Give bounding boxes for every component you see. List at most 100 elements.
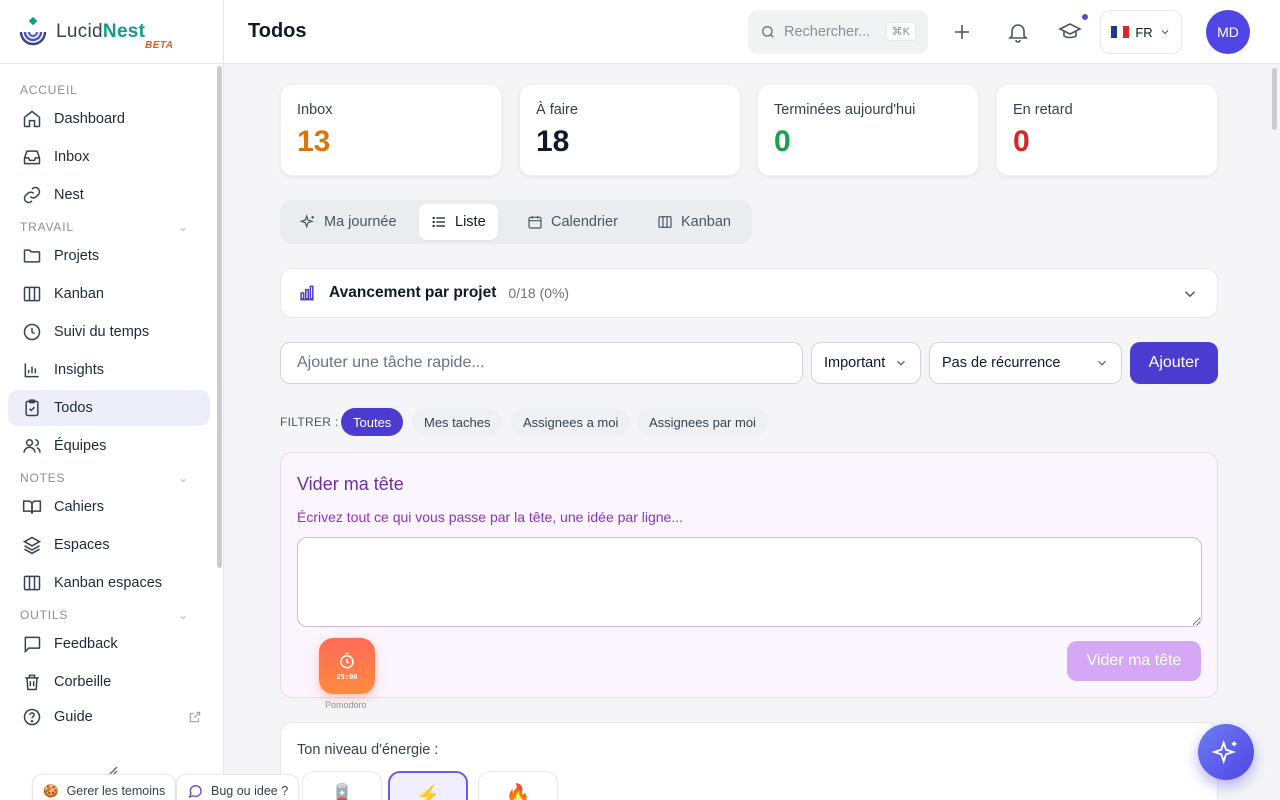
tab-ma-journee[interactable]: Ma journée bbox=[288, 204, 409, 240]
energy-low-button[interactable]: 🪫 bbox=[302, 771, 382, 800]
book-open-icon bbox=[22, 500, 42, 514]
filter-chip-assignees-a-moi[interactable]: Assignees a moi bbox=[511, 408, 631, 436]
brain-dump-subtitle: Écrivez tout ce qui vous passe par la tê… bbox=[297, 509, 684, 525]
sidebar-item-kanban-espaces[interactable]: Kanban espaces bbox=[8, 565, 210, 601]
sidebar-item-label: Corbeille bbox=[54, 674, 112, 690]
cookie-icon: 🍪 bbox=[43, 783, 59, 798]
sparkles-icon bbox=[300, 214, 314, 229]
sidebar-item-label: Feedback bbox=[54, 636, 118, 652]
sidebar-item-cahiers[interactable]: Cahiers bbox=[8, 489, 210, 525]
tab-label: Calendrier bbox=[551, 214, 618, 230]
quick-task-input[interactable] bbox=[280, 342, 803, 384]
sidebar-item-espaces[interactable]: Espaces bbox=[8, 527, 210, 563]
tab-label: Liste bbox=[455, 214, 486, 230]
energy-panel: Ton niveau d'énergie : 🪫 ⚡ 🔥 bbox=[280, 722, 1218, 800]
stat-value: 18 bbox=[536, 125, 570, 158]
pomodoro-label: Pomodoro bbox=[325, 700, 367, 710]
beta-badge: BETA bbox=[145, 40, 174, 51]
priority-select[interactable]: Important bbox=[811, 342, 921, 384]
sidebar-item-label: Espaces bbox=[54, 537, 110, 553]
sidebar-item-feedback[interactable]: Feedback bbox=[8, 626, 210, 662]
sparkles-icon bbox=[1212, 739, 1237, 765]
tab-kanban[interactable]: Kanban bbox=[645, 204, 743, 240]
chevron-down-icon: ⌄ bbox=[178, 220, 189, 234]
brain-dump-title: Vider ma tête bbox=[297, 474, 404, 494]
external-link-icon bbox=[189, 711, 201, 723]
search-icon bbox=[762, 26, 774, 38]
sidebar-item-guide[interactable]: Guide bbox=[8, 702, 210, 732]
brand-logo[interactable]: LucidNest BETA bbox=[0, 0, 223, 64]
sidebar-item-nest[interactable]: Nest bbox=[8, 177, 210, 213]
energy-title: Ton niveau d'énergie : bbox=[297, 742, 439, 758]
filter-chip-mes-taches[interactable]: Mes taches bbox=[412, 408, 503, 436]
pomodoro-button[interactable]: 25:00 bbox=[319, 638, 375, 694]
section-title-notes[interactable]: NOTES ⌄ bbox=[8, 468, 215, 488]
sidebar-item-corbeille[interactable]: Corbeille bbox=[8, 664, 210, 700]
tab-liste[interactable]: Liste bbox=[419, 204, 498, 240]
filter-chip-toutes[interactable]: Toutes bbox=[341, 408, 404, 436]
feedback-button[interactable]: Bug ou idee ? bbox=[176, 774, 300, 800]
ai-assistant-button[interactable] bbox=[1198, 724, 1254, 780]
avatar[interactable]: MD bbox=[1206, 10, 1250, 54]
sidebar-item-insights[interactable]: Insights bbox=[8, 352, 210, 388]
project-progress-panel[interactable]: Avancement par projet 0/18 (0%) bbox=[280, 268, 1218, 318]
chevron-down-icon: ⌄ bbox=[178, 471, 189, 485]
calendar-icon bbox=[528, 216, 542, 229]
sidebar-nav: ACCUEIL Dashboard Inbox Nest TRAVAIL ⌄ Pr… bbox=[0, 64, 223, 732]
stat-label: À faire bbox=[536, 102, 578, 118]
recurrence-select[interactable]: Pas de récurrence bbox=[929, 342, 1122, 384]
clock-icon bbox=[23, 323, 41, 341]
priority-value: Important bbox=[824, 355, 886, 371]
stat-value: 0 bbox=[774, 125, 791, 158]
inbox-icon bbox=[23, 150, 41, 165]
plus-icon[interactable] bbox=[950, 20, 974, 44]
help-circle-icon bbox=[23, 708, 41, 726]
pomodoro-time: 25:00 bbox=[336, 672, 358, 681]
message-circle-icon bbox=[188, 785, 202, 799]
sidebar-item-suivi-du-temps[interactable]: Suivi du temps bbox=[8, 314, 210, 350]
trash-icon bbox=[25, 674, 39, 691]
language-selector[interactable]: FR bbox=[1100, 10, 1182, 54]
sidebar-item-label: Suivi du temps bbox=[54, 324, 150, 340]
stat-value: 13 bbox=[297, 125, 331, 158]
cookie-label: Gerer les temoins bbox=[66, 784, 166, 798]
chevron-down-icon bbox=[1161, 30, 1169, 35]
sidebar-item-projets[interactable]: Projets bbox=[8, 238, 210, 274]
tab-calendrier[interactable]: Calendrier bbox=[515, 204, 630, 240]
brain-dump-button[interactable]: Vider ma tête bbox=[1067, 641, 1201, 681]
brand-name: LucidNest bbox=[56, 20, 146, 42]
cookie-settings-button[interactable]: 🍪 Gerer les temoins bbox=[32, 774, 177, 800]
energy-medium-button[interactable]: ⚡ bbox=[388, 771, 468, 800]
stat-card-terminees: Terminées aujourd'hui 0 bbox=[757, 84, 979, 176]
energy-high-button[interactable]: 🔥 bbox=[478, 771, 558, 800]
sidebar-item-dashboard[interactable]: Dashboard bbox=[8, 101, 210, 137]
tab-label: Kanban bbox=[681, 214, 731, 230]
sidebar-item-equipes[interactable]: Équipes bbox=[8, 428, 210, 464]
chevron-down-icon bbox=[897, 360, 905, 366]
search-shortcut: ⌘K bbox=[885, 22, 916, 41]
france-flag-icon bbox=[1111, 26, 1130, 38]
section-title-outils[interactable]: OUTILS ⌄ bbox=[8, 605, 215, 625]
search-input[interactable]: Rechercher... ⌘K bbox=[748, 10, 928, 54]
bell-icon[interactable] bbox=[1006, 20, 1030, 44]
stat-label: Terminées aujourd'hui bbox=[774, 102, 916, 118]
add-task-button[interactable]: Ajouter bbox=[1130, 342, 1218, 384]
view-tabs: Ma journée Liste Calendrier Kanban bbox=[280, 200, 752, 244]
sidebar-item-kanban[interactable]: Kanban bbox=[8, 276, 210, 312]
lightning-icon: ⚡ bbox=[415, 785, 441, 800]
graduation-cap-icon[interactable] bbox=[1058, 20, 1082, 44]
timer-icon bbox=[340, 652, 354, 668]
chevron-down-icon[interactable] bbox=[1181, 285, 1199, 303]
progress-count: 0/18 (0%) bbox=[508, 285, 570, 301]
stat-label: Inbox bbox=[297, 102, 333, 118]
sidebar-item-inbox[interactable]: Inbox bbox=[8, 139, 210, 175]
page-title: Todos bbox=[248, 20, 307, 42]
section-title-travail[interactable]: TRAVAIL ⌄ bbox=[8, 217, 215, 237]
brain-dump-textarea[interactable] bbox=[297, 537, 1202, 627]
stat-card-a-faire: À faire 18 bbox=[519, 84, 741, 176]
filter-chip-assignees-par-moi[interactable]: Assignees par moi bbox=[637, 408, 768, 436]
sidebar-scrollbar[interactable] bbox=[217, 66, 222, 568]
main-scrollbar[interactable] bbox=[1272, 68, 1277, 130]
sidebar-item-todos[interactable]: Todos bbox=[8, 390, 210, 426]
language-code: FR bbox=[1135, 24, 1153, 40]
